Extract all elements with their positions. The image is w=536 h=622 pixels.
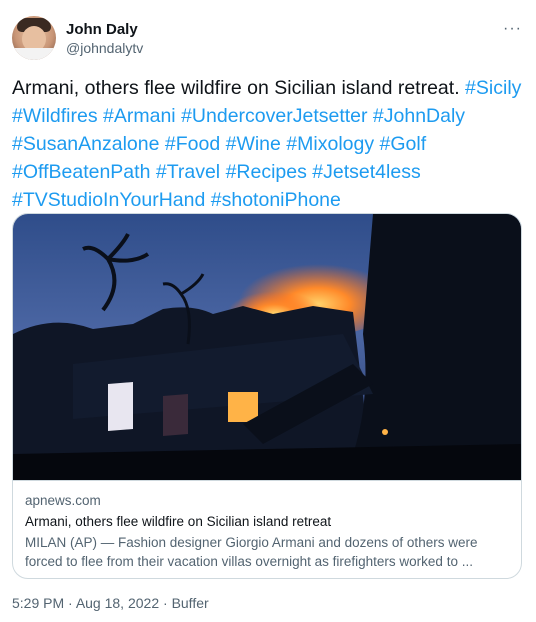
tweet-body: Armani, others flee wildfire on Sicilian… bbox=[12, 77, 460, 99]
meta-separator: · bbox=[64, 595, 76, 611]
meta-separator: · bbox=[159, 595, 172, 611]
hashtag[interactable]: #Armani bbox=[103, 105, 176, 127]
hashtag[interactable]: #TVStudioInYourHand bbox=[12, 189, 205, 211]
hashtag[interactable]: #Golf bbox=[380, 133, 427, 155]
hashtag[interactable]: #Recipes bbox=[226, 161, 307, 183]
tweet: John Daly @johndalytv ··· Armani, others… bbox=[0, 0, 536, 622]
hashtag[interactable]: #SusanAnzalone bbox=[12, 133, 159, 155]
card-description: MILAN (AP) — Fashion designer Giorgio Ar… bbox=[25, 535, 478, 569]
hashtag[interactable]: #Jetset4less bbox=[312, 161, 420, 183]
tweet-source[interactable]: Buffer bbox=[172, 595, 209, 611]
hashtag[interactable]: #Wildfires bbox=[12, 105, 98, 127]
hashtag[interactable]: #Mixology bbox=[286, 133, 374, 155]
card-title: Armani, others flee wildfire on Sicilian… bbox=[25, 514, 332, 529]
author-name[interactable]: John Daly bbox=[66, 21, 138, 38]
card-domain: apnews.com bbox=[25, 493, 101, 508]
hashtag[interactable]: #UndercoverJetsetter bbox=[181, 105, 367, 127]
hashtag[interactable]: #Sicily bbox=[465, 77, 521, 99]
hashtag[interactable]: #Food bbox=[165, 133, 220, 155]
tweet-meta: 5:29 PM · Aug 18, 2022 · Buffer bbox=[12, 595, 209, 611]
hashtag[interactable]: #shotoniPhone bbox=[211, 189, 341, 211]
avatar[interactable] bbox=[12, 16, 56, 60]
tweet-text: Armani, others flee wildfire on Sicilian… bbox=[12, 74, 522, 214]
hashtag[interactable]: #OffBeatenPath bbox=[12, 161, 150, 183]
card-image[interactable] bbox=[13, 214, 521, 480]
card-body[interactable]: apnews.com Armani, others flee wildfire … bbox=[13, 480, 521, 578]
hashtag[interactable]: #Wine bbox=[226, 133, 281, 155]
author-handle[interactable]: @johndalytv bbox=[66, 40, 143, 56]
hashtag[interactable]: #JohnDaly bbox=[373, 105, 465, 127]
tweet-date[interactable]: Aug 18, 2022 bbox=[76, 595, 159, 611]
tweet-time[interactable]: 5:29 PM bbox=[12, 595, 64, 611]
hashtag[interactable]: #Travel bbox=[156, 161, 220, 183]
link-card[interactable]: apnews.com Armani, others flee wildfire … bbox=[12, 213, 522, 579]
tweet-header: John Daly @johndalytv ··· bbox=[12, 16, 524, 64]
more-options-icon[interactable]: ··· bbox=[503, 20, 522, 38]
